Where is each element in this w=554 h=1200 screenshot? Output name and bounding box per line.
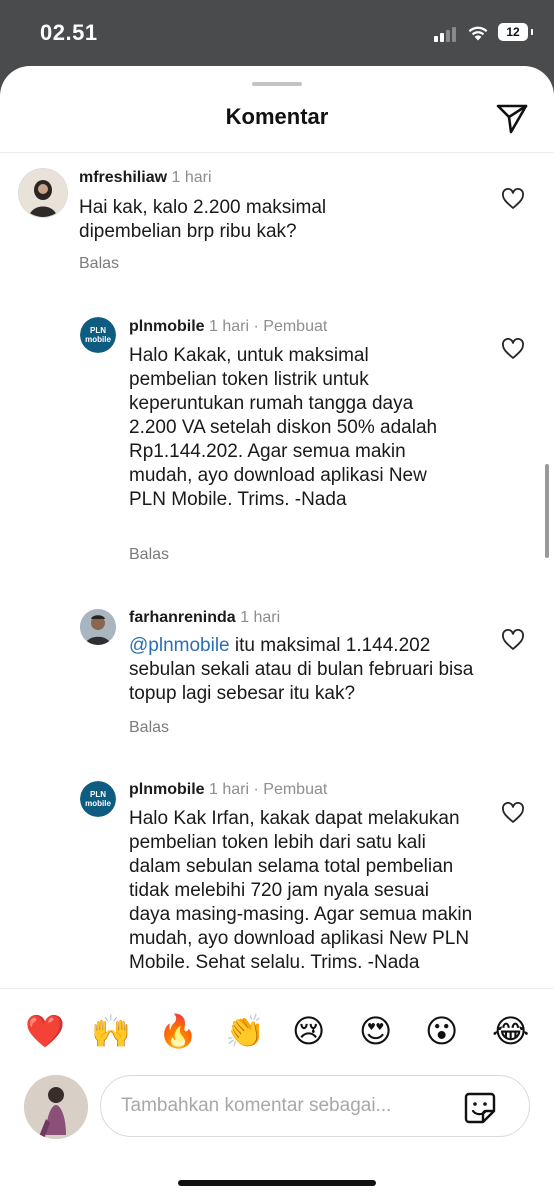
avatar-photo — [24, 1075, 88, 1139]
comment-meta: plnmobile 1 hari · Pembuat — [129, 318, 327, 336]
comment-username[interactable]: plnmobile — [129, 318, 205, 335]
page-title: Komentar — [225, 104, 329, 129]
avatar[interactable] — [18, 168, 68, 218]
sticker-icon[interactable] — [462, 1090, 498, 1126]
comment-username[interactable]: farhanreninda — [129, 609, 236, 626]
comment-meta: farhanreninda 1 hari — [129, 609, 280, 627]
battery-tip — [531, 29, 533, 35]
emoji-clapping[interactable]: 👏 — [225, 1011, 265, 1051]
logo-text: mobile — [85, 799, 111, 808]
emoji-heart[interactable]: ❤️ — [25, 1011, 65, 1051]
home-indicator[interactable] — [178, 1180, 376, 1186]
comment-text: Halo Kak Irfan, kakak dapat melakukan pe… — [129, 807, 474, 975]
comment-meta: mfreshiliaw 1 hari — [79, 169, 212, 187]
emoji-laughing[interactable]: 😂 — [492, 1011, 529, 1051]
avatar[interactable] — [80, 609, 116, 645]
comment-username[interactable]: mfreshiliaw — [79, 169, 167, 186]
comment-time: 1 hari — [209, 781, 250, 798]
pln-mobile-logo: PLN mobile — [80, 781, 116, 817]
comment-username[interactable]: plnmobile — [129, 781, 205, 798]
wifi-icon — [468, 26, 488, 41]
reply-button[interactable]: Balas — [129, 719, 169, 737]
logo-text: mobile — [85, 335, 111, 344]
heart-icon[interactable] — [501, 338, 525, 360]
quick-emoji-bar: ❤️ 🙌 🔥 👏 😢 😍 😮 😂 — [0, 1011, 554, 1051]
logo-text: PLN — [90, 790, 106, 799]
pln-mobile-logo: PLN mobile — [80, 317, 116, 353]
comment-meta: plnmobile 1 hari · Pembuat — [129, 781, 327, 799]
comment-text: @plnmobile itu maksimal 1.144.202 sebula… — [129, 634, 479, 706]
comment-text: Hai kak, kalo 2.200 maksimal dipembelian… — [79, 196, 389, 244]
status-bar: 02.51 12 — [0, 0, 554, 64]
comment-time: 1 hari — [209, 318, 250, 335]
avatar-photo — [19, 169, 67, 217]
comment-body: Halo Kakak, untuk maksimal pembelian tok… — [129, 345, 438, 510]
reply-button[interactable]: Balas — [79, 255, 119, 273]
heart-icon[interactable] — [501, 802, 525, 824]
comment-input-placeholder: Tambahkan komentar sebagai... — [121, 1095, 392, 1116]
status-time: 02.51 — [40, 20, 98, 45]
emoji-heart-eyes[interactable]: 😍 — [359, 1011, 392, 1051]
emoji-raising-hands[interactable]: 🙌 — [91, 1011, 131, 1051]
comment-time: 1 hari — [240, 609, 281, 626]
sheet-grabber[interactable] — [252, 82, 302, 86]
avatar[interactable]: PLN mobile — [80, 317, 116, 353]
battery-level: 12 — [506, 25, 520, 39]
heart-icon[interactable] — [501, 188, 525, 210]
comments-sheet: Komentar mfreshiliaw 1 hari Hai kak, kal… — [0, 66, 554, 1200]
signal-icon — [434, 26, 460, 42]
avatar — [24, 1075, 88, 1139]
heart-icon[interactable] — [501, 629, 525, 651]
battery-icon: 12 — [498, 23, 528, 41]
emoji-crying[interactable]: 😢 — [292, 1011, 325, 1051]
comment-body: Hai kak, kalo 2.200 maksimal dipembelian… — [79, 197, 327, 242]
logo-text: PLN — [90, 326, 106, 335]
mention-link[interactable]: @plnmobile — [129, 635, 230, 656]
avatar-photo — [80, 609, 116, 645]
scrollbar[interactable] — [545, 464, 549, 558]
paper-plane-icon[interactable] — [494, 100, 530, 136]
header-divider — [0, 152, 554, 153]
comment-text: Halo Kakak, untuk maksimal pembelian tok… — [129, 344, 454, 512]
reply-button[interactable]: Balas — [129, 546, 169, 564]
emoji-fire[interactable]: 🔥 — [158, 1011, 198, 1051]
avatar[interactable]: PLN mobile — [80, 781, 116, 817]
emoji-surprised[interactable]: 😮 — [425, 1011, 458, 1051]
comment-body: Halo Kak Irfan, kakak dapat melakukan pe… — [129, 808, 473, 973]
creator-badge: · Pembuat — [253, 781, 328, 798]
composer-area: ❤️ 🙌 🔥 👏 😢 😍 😮 😂 Tambahkan komentar seba… — [0, 988, 554, 1200]
comment-time: 1 hari — [171, 169, 212, 186]
creator-badge: · Pembuat — [253, 318, 328, 335]
